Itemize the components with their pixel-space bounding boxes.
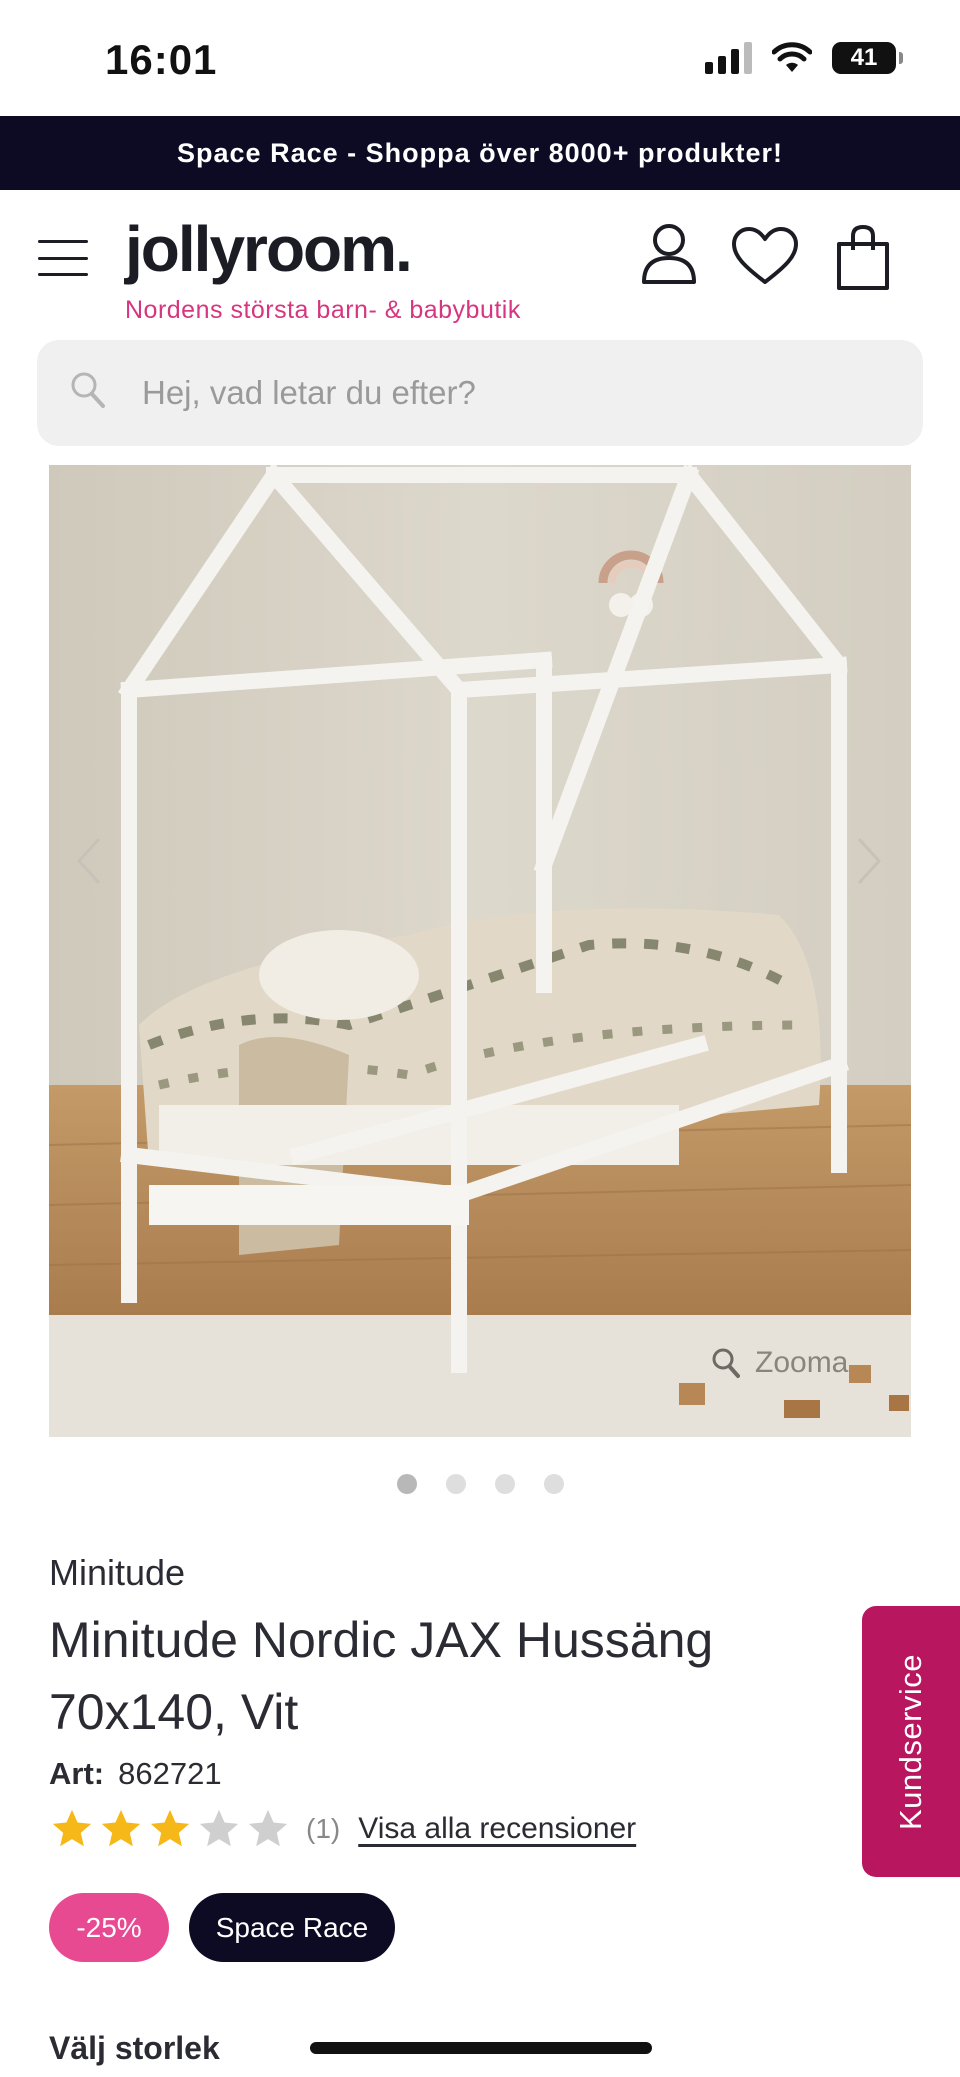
badges: -25% Space Race (49, 1893, 395, 1962)
zoom-label: Zooma (755, 1346, 849, 1379)
review-count: (1) (306, 1813, 341, 1844)
zoom-button[interactable]: Zooma (711, 1346, 848, 1380)
campaign-badge[interactable]: Space Race (189, 1893, 395, 1962)
hamburger-menu-icon[interactable] (38, 240, 88, 276)
status-icons: 41 (705, 42, 903, 74)
promo-banner-text: Space Race - Shoppa över 8000+ produkter… (177, 137, 783, 168)
discount-badge: -25% (49, 1893, 169, 1962)
article-value: 862721 (118, 1756, 222, 1791)
wifi-icon (772, 42, 812, 72)
star-empty-icon (248, 1809, 288, 1847)
previous-image-arrow-icon[interactable] (75, 835, 103, 887)
article-label: Art: (49, 1756, 105, 1791)
logo[interactable]: jollyroom. (125, 212, 413, 286)
shopping-bag-icon[interactable] (835, 224, 891, 292)
carousel-dot-3[interactable] (494, 1474, 515, 1494)
star-rating (49, 1806, 294, 1852)
star-filled-icon (101, 1809, 141, 1847)
status-bar: 16:01 41 (0, 0, 960, 116)
carousel-dot-1[interactable] (396, 1474, 417, 1494)
account-icon[interactable] (640, 222, 698, 286)
battery-level: 41 (850, 44, 878, 71)
status-time: 16:01 (105, 36, 218, 83)
tagline: Nordens största barn- & babybutik (125, 296, 521, 324)
star-empty-icon (199, 1809, 239, 1847)
carousel-dot-2[interactable] (445, 1474, 466, 1494)
customer-service-label: Kundservice (893, 1653, 928, 1830)
cellular-signal-icon (705, 42, 752, 74)
home-indicator[interactable] (310, 2042, 652, 2054)
next-image-arrow-icon[interactable] (855, 835, 883, 887)
view-all-reviews-link[interactable]: Visa alla recensioner (358, 1812, 636, 1846)
star-filled-icon (150, 1809, 190, 1847)
carousel-dot-4[interactable] (543, 1474, 564, 1494)
customer-service-tab[interactable]: Kundservice (862, 1606, 960, 1877)
star-filled-icon (52, 1809, 92, 1847)
site-header: jollyroom. Nordens största barn- & babyb… (0, 190, 960, 340)
carousel-dots (0, 1474, 960, 1494)
rating-row: (1) Visa alla recensioner (49, 1806, 636, 1852)
promo-banner[interactable]: Space Race - Shoppa över 8000+ produkter… (0, 116, 960, 190)
heart-icon[interactable] (730, 226, 800, 286)
article-number: Art: 862721 (49, 1756, 222, 1792)
size-selector-label: Välj storlek (49, 2030, 220, 2066)
product-image[interactable] (49, 465, 911, 1437)
search-icon (71, 372, 105, 408)
house-bed-photo (49, 465, 911, 1437)
product-title: Minitude Nordic JAX Hussäng 70x140, Vit (49, 1612, 714, 1740)
battery-icon: 41 (832, 42, 903, 74)
search-bar[interactable] (37, 340, 923, 446)
search-input[interactable] (142, 340, 882, 446)
product-brand[interactable]: Minitude (49, 1552, 185, 1594)
magnifier-icon (712, 1348, 740, 1378)
